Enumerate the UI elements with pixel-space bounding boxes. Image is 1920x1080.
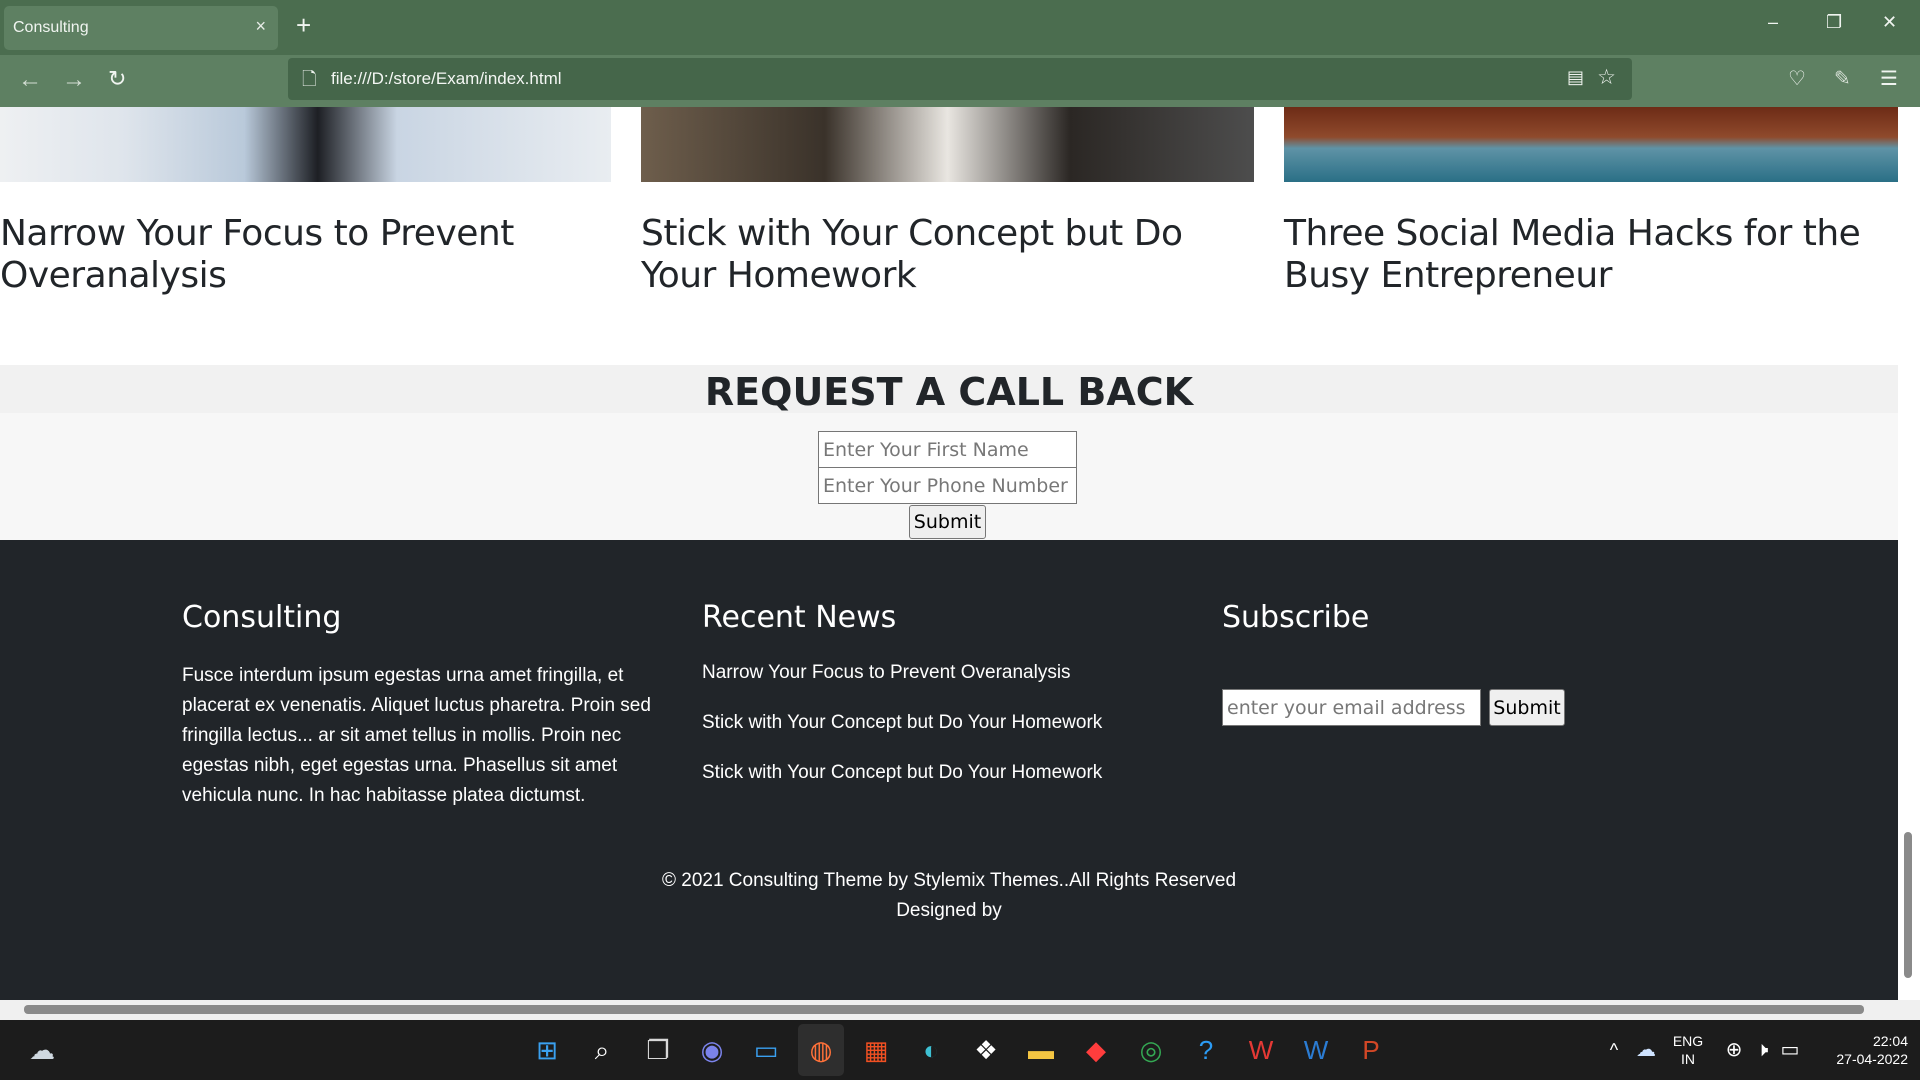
footer-about-text: Fusce interdum ipsum egestas urna amet f… bbox=[182, 665, 651, 806]
onedrive-icon[interactable]: ☁ bbox=[1630, 1034, 1662, 1066]
copyright-text: © 2021 Consulting Theme by Stylemix Them… bbox=[661, 870, 1237, 891]
footer-subscribe-heading: Subscribe bbox=[1222, 600, 1370, 635]
firefox-icon[interactable]: ◍ bbox=[805, 1034, 837, 1066]
subscribe-email-input[interactable] bbox=[1222, 689, 1481, 726]
language-indicator[interactable]: ENG IN bbox=[1668, 1032, 1708, 1068]
window-restore-button[interactable]: ❐ bbox=[1826, 12, 1842, 33]
chevron-up-icon[interactable]: ^ bbox=[1598, 1034, 1630, 1066]
phone-number-input[interactable] bbox=[818, 467, 1077, 504]
browser-tab[interactable]: Consulting × bbox=[4, 6, 278, 50]
callback-title: REQUEST A CALL BACK bbox=[704, 370, 1194, 414]
callback-section: REQUEST A CALL BACK Submit bbox=[0, 365, 1898, 540]
weather-icon[interactable]: ☁ bbox=[26, 1034, 58, 1066]
clock[interactable]: 22:04 27-04-2022 bbox=[1812, 1032, 1908, 1068]
clock-time: 22:04 bbox=[1872, 1033, 1908, 1049]
window-close-button[interactable]: ✕ bbox=[1882, 12, 1897, 33]
reader-view-icon[interactable]: ▤ bbox=[1567, 67, 1584, 88]
language-text: ENG bbox=[1672, 1033, 1704, 1049]
search-icon[interactable]: ⌕ bbox=[586, 1034, 618, 1066]
desktop-icon[interactable]: ▭ bbox=[750, 1034, 782, 1066]
address-bar[interactable]: 🗋 file:///D:/store/Exam/index.html ▤ ☆ bbox=[288, 58, 1632, 100]
edge-icon[interactable]: ◐ bbox=[915, 1034, 947, 1066]
card-title[interactable]: Stick with Your Concept but Do Your Home… bbox=[641, 213, 1241, 297]
footer-recent-news: Recent News Narrow Your Focus to Prevent… bbox=[702, 600, 1102, 811]
tab-title: Consulting bbox=[13, 19, 89, 36]
window-minimize-button[interactable]: – bbox=[1768, 12, 1778, 33]
designed-by-text: Designed by bbox=[896, 900, 1002, 921]
anydesk-icon[interactable]: ◆ bbox=[1080, 1034, 1112, 1066]
region-text: IN bbox=[1681, 1051, 1695, 1067]
card-title[interactable]: Three Social Media Hacks for the Busy En… bbox=[1284, 213, 1884, 297]
menu-icon[interactable]: ☰ bbox=[1880, 66, 1898, 91]
pocket-icon[interactable]: ♡ bbox=[1788, 66, 1806, 91]
news-link[interactable]: Stick with Your Concept but Do Your Home… bbox=[702, 761, 1102, 785]
callback-submit-button[interactable]: Submit bbox=[909, 505, 986, 539]
taskbar: ☁ ⊞ ⌕ ❐ ◉ ▭ ◍ ▦ ◐ ❖ ▬ ◆ ◎ ? W W P ^ ☁ EN… bbox=[0, 1020, 1920, 1080]
url-text[interactable]: file:///D:/store/Exam/index.html bbox=[331, 69, 562, 89]
word-icon[interactable]: W bbox=[1300, 1034, 1332, 1066]
footer: Consulting Fusce interdum ipsum egestas … bbox=[0, 540, 1898, 1000]
chrome-icon[interactable]: ◎ bbox=[1135, 1034, 1167, 1066]
page-viewport: Narrow Your Focus to Prevent Overanalysi… bbox=[0, 107, 1898, 1000]
footer-news-heading: Recent News bbox=[702, 600, 897, 635]
news-link[interactable]: Stick with Your Concept but Do Your Home… bbox=[702, 711, 1102, 735]
news-link[interactable]: Narrow Your Focus to Prevent Overanalysi… bbox=[702, 661, 1102, 685]
browser-tab-bar: Consulting × + – ❐ ✕ bbox=[0, 0, 1920, 55]
reload-icon[interactable]: ↻ bbox=[108, 66, 126, 92]
powerpoint-icon[interactable]: P bbox=[1355, 1034, 1387, 1066]
browser-nav-bar: ← → ↻ 🗋 file:///D:/store/Exam/index.html… bbox=[0, 55, 1920, 107]
battery-icon[interactable]: ▭ bbox=[1774, 1034, 1806, 1066]
footer-about: Consulting Fusce interdum ipsum egestas … bbox=[182, 600, 682, 811]
footer-about-heading: Consulting bbox=[182, 600, 342, 635]
tab-close-icon[interactable]: × bbox=[255, 16, 266, 37]
start-icon[interactable]: ⊞ bbox=[531, 1034, 563, 1066]
first-name-input[interactable] bbox=[818, 431, 1077, 468]
store-icon[interactable]: ▦ bbox=[860, 1034, 892, 1066]
vertical-scrollbar-thumb[interactable] bbox=[1904, 832, 1912, 978]
help-icon[interactable]: ? bbox=[1190, 1034, 1222, 1066]
footer-subscribe: Subscribe Submit bbox=[1222, 600, 1582, 740]
card-image bbox=[641, 107, 1254, 182]
bookmark-star-icon[interactable]: ☆ bbox=[1597, 65, 1616, 90]
forward-arrow-icon[interactable]: → bbox=[62, 66, 86, 94]
subscribe-submit-button[interactable]: Submit bbox=[1489, 689, 1565, 726]
wps-icon[interactable]: W bbox=[1245, 1034, 1277, 1066]
card-image bbox=[0, 107, 611, 182]
page-icon: 🗋 bbox=[302, 69, 317, 89]
clock-date: 27-04-2022 bbox=[1836, 1051, 1908, 1067]
horizontal-scrollbar-thumb[interactable] bbox=[24, 1005, 1864, 1014]
footer-copyright: © 2021 Consulting Theme by Stylemix Them… bbox=[0, 866, 1898, 926]
extension-pen-icon[interactable]: ✎ bbox=[1834, 66, 1851, 91]
task-view-icon[interactable]: ❐ bbox=[642, 1034, 674, 1066]
chat-icon[interactable]: ◉ bbox=[696, 1034, 728, 1066]
dropbox-icon[interactable]: ❖ bbox=[970, 1034, 1002, 1066]
card-title[interactable]: Narrow Your Focus to Prevent Overanalysi… bbox=[0, 213, 600, 297]
back-arrow-icon[interactable]: ← bbox=[18, 66, 42, 94]
new-tab-button[interactable]: + bbox=[296, 12, 311, 38]
card-image bbox=[1284, 107, 1898, 182]
file-explorer-icon[interactable]: ▬ bbox=[1025, 1034, 1057, 1066]
